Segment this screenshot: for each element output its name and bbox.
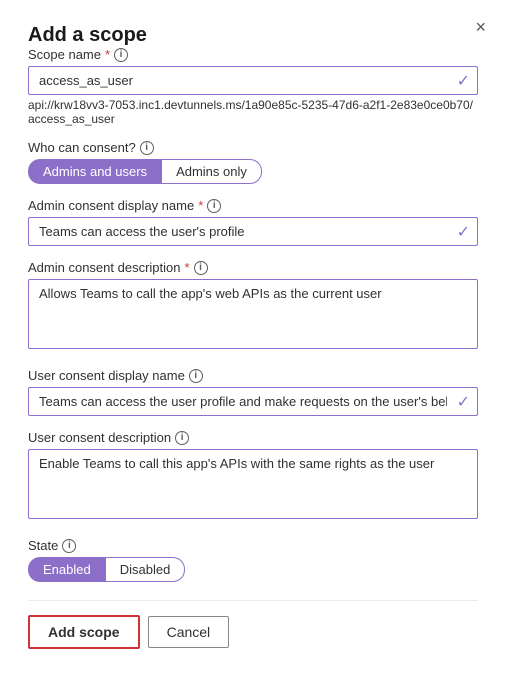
- divider: [28, 600, 478, 601]
- admin-consent-display-name-info-icon[interactable]: i: [207, 199, 221, 213]
- state-btn-enabled[interactable]: Enabled: [28, 557, 106, 582]
- admin-consent-description-label: Admin consent description * i: [28, 260, 478, 275]
- state-button-group: Enabled Disabled: [28, 557, 478, 582]
- cancel-button[interactable]: Cancel: [148, 616, 230, 648]
- user-consent-description-textarea-wrapper: Enable Teams to call this app's APIs wit…: [28, 449, 478, 524]
- action-buttons: Add scope Cancel: [28, 615, 478, 649]
- admin-consent-description-textarea-wrapper: Allows Teams to call the app's web APIs …: [28, 279, 478, 354]
- who-can-consent-label: Who can consent? i: [28, 140, 478, 155]
- add-scope-button[interactable]: Add scope: [28, 615, 140, 649]
- user-consent-description-info-icon[interactable]: i: [175, 431, 189, 445]
- user-consent-display-name-check-icon: ✓: [457, 392, 470, 412]
- state-btn-disabled[interactable]: Disabled: [106, 557, 186, 582]
- user-consent-display-name-group: User consent display name i ✓: [28, 368, 478, 416]
- admin-consent-display-name-label: Admin consent display name * i: [28, 198, 478, 213]
- scope-name-info-icon[interactable]: i: [114, 48, 128, 62]
- consent-button-group: Admins and users Admins only: [28, 159, 478, 184]
- admin-consent-description-group: Admin consent description * i Allows Tea…: [28, 260, 478, 354]
- user-consent-display-name-info-icon[interactable]: i: [189, 369, 203, 383]
- admin-consent-display-name-check-icon: ✓: [457, 222, 470, 242]
- user-consent-description-group: User consent description i Enable Teams …: [28, 430, 478, 524]
- admin-consent-description-textarea[interactable]: Allows Teams to call the app's web APIs …: [28, 279, 478, 349]
- scope-name-group: Scope name * i ✓ api://krw18vv3-7053.inc…: [28, 47, 478, 126]
- scope-name-input-wrapper: ✓: [28, 66, 478, 95]
- admin-consent-display-name-input-wrapper: ✓: [28, 217, 478, 246]
- state-label: State i: [28, 538, 478, 553]
- state-group: State i Enabled Disabled: [28, 538, 478, 582]
- dialog-title: Add a scope: [28, 24, 147, 46]
- consent-btn-admins-only[interactable]: Admins only: [162, 159, 262, 184]
- user-consent-description-textarea[interactable]: Enable Teams to call this app's APIs wit…: [28, 449, 478, 519]
- who-can-consent-info-icon[interactable]: i: [140, 141, 154, 155]
- close-button[interactable]: ×: [475, 18, 486, 36]
- scope-name-check-icon: ✓: [457, 71, 470, 91]
- user-consent-display-name-input[interactable]: [28, 387, 478, 416]
- scope-name-label: Scope name * i: [28, 47, 478, 62]
- scope-name-url: api://krw18vv3-7053.inc1.devtunnels.ms/1…: [28, 98, 478, 126]
- user-consent-description-label: User consent description i: [28, 430, 478, 445]
- admin-consent-display-name-group: Admin consent display name * i ✓: [28, 198, 478, 246]
- admin-consent-display-name-input[interactable]: [28, 217, 478, 246]
- user-consent-display-name-input-wrapper: ✓: [28, 387, 478, 416]
- user-consent-display-name-label: User consent display name i: [28, 368, 478, 383]
- state-info-icon[interactable]: i: [62, 539, 76, 553]
- consent-btn-admins-users[interactable]: Admins and users: [28, 159, 162, 184]
- who-can-consent-group: Who can consent? i Admins and users Admi…: [28, 140, 478, 184]
- add-scope-dialog: Add a scope × Scope name * i ✓ api://krw…: [0, 0, 506, 673]
- scope-name-input[interactable]: [28, 66, 478, 95]
- admin-consent-description-info-icon[interactable]: i: [194, 261, 208, 275]
